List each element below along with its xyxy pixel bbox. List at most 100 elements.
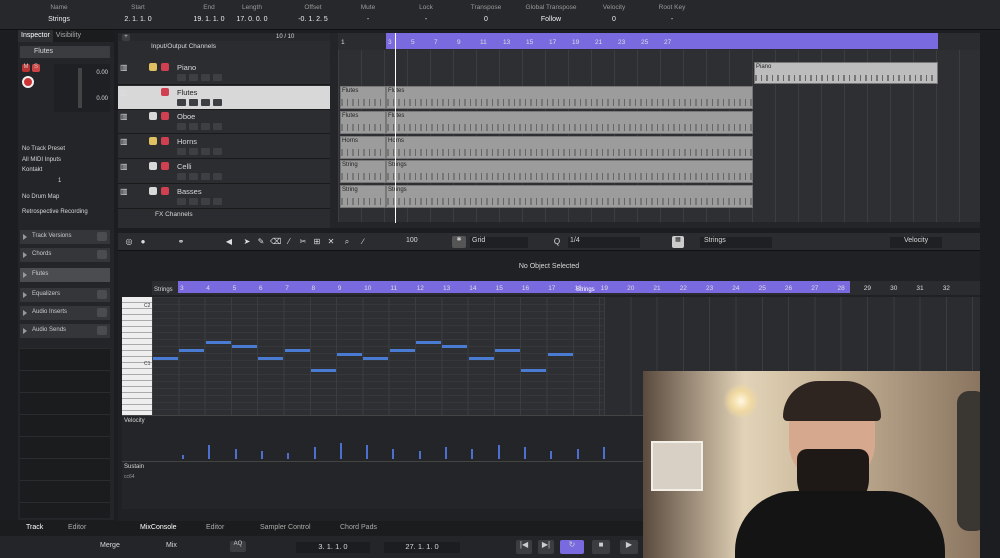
solo-button[interactable] <box>161 87 169 96</box>
track-basses[interactable]: ▥ Basses <box>118 184 330 209</box>
part-celli[interactable]: Strings <box>386 160 753 183</box>
link-icon[interactable]: ⚭ <box>176 237 186 247</box>
mute-tool-icon[interactable]: ✕ <box>326 237 336 247</box>
left-locator[interactable]: 3. 1. 1. 0 <box>296 542 370 553</box>
midi-channel[interactable]: 1 <box>22 176 88 187</box>
velocity-bar[interactable] <box>366 445 369 459</box>
line-tool-icon[interactable]: ∕ <box>358 237 368 247</box>
edit-icon[interactable] <box>99 48 107 56</box>
track-select[interactable]: Strings <box>700 237 772 248</box>
info-field-value[interactable]: 2. 1. 1. 0 <box>98 16 178 23</box>
inspector-section-2[interactable]: Flutes <box>20 268 110 282</box>
event-display[interactable]: Piano Flutes Flutes Flutes Flutes Horns Horns S… <box>338 33 980 223</box>
mute-button[interactable] <box>149 87 157 96</box>
quantize-icon[interactable]: Q <box>552 237 562 247</box>
record-mode-select[interactable]: Merge <box>100 542 120 549</box>
midi-note[interactable] <box>179 349 205 352</box>
velocity-bar[interactable] <box>234 449 237 459</box>
track-preset[interactable]: No Track Preset <box>22 144 88 155</box>
part-basses[interactable]: Strings <box>386 185 753 208</box>
inspector-section-5[interactable]: Audio Sends <box>20 324 110 338</box>
solo-button[interactable] <box>161 63 169 71</box>
piano-keyboard[interactable] <box>122 297 152 415</box>
play-icon[interactable]: ▶ <box>620 540 638 554</box>
solo-editor-icon[interactable]: ◎ <box>124 237 134 247</box>
editor-ruler[interactable]: Strings Strings 3 4 5 6 7 8 9 10 11 12 13 14 15 16 17 1… <box>152 281 980 295</box>
velocity-bar[interactable] <box>392 449 395 459</box>
info-field[interactable]: Start 2. 1. 1. 0 <box>98 4 178 23</box>
trim-tool-icon[interactable]: ⁄ <box>284 237 294 247</box>
section-settings-icon[interactable] <box>97 250 107 259</box>
midi-note[interactable] <box>363 357 389 360</box>
volume-fader[interactable] <box>78 68 82 108</box>
lane-select[interactable]: Velocity <box>890 237 942 248</box>
section-settings-icon[interactable] <box>97 326 107 335</box>
record-button[interactable] <box>177 98 186 106</box>
cycle-icon[interactable]: ↻ <box>560 540 584 554</box>
velocity-bar[interactable] <box>418 451 421 459</box>
mute-button[interactable] <box>149 63 157 71</box>
part-horns[interactable]: Horns <box>340 136 386 159</box>
solo-button[interactable]: S <box>32 64 40 72</box>
info-field-value[interactable]: Strings <box>19 16 99 23</box>
scissors-icon[interactable]: ✂ <box>298 237 308 247</box>
velocity-bar[interactable] <box>287 453 290 459</box>
edit-button[interactable] <box>201 172 210 180</box>
add-track-icon[interactable]: + <box>122 34 130 41</box>
midi-button[interactable] <box>213 172 222 180</box>
track-name-header[interactable]: Flutes <box>20 46 110 58</box>
inspector-section-4[interactable]: Audio Inserts <box>20 306 110 320</box>
edit-button[interactable] <box>201 123 210 131</box>
zoom-tool-icon[interactable]: ⌕ <box>342 237 352 247</box>
tab-inspector[interactable]: Inspector <box>18 30 53 42</box>
part-piano[interactable]: Piano <box>754 62 938 84</box>
velocity-bar[interactable] <box>339 443 342 459</box>
midi-note[interactable] <box>442 345 468 348</box>
track-piano[interactable]: ▥ Piano <box>118 61 330 85</box>
solo-button[interactable] <box>161 112 169 121</box>
editor-part-range[interactable] <box>178 281 850 293</box>
bottom-tab-0[interactable]: Track <box>26 524 43 531</box>
bottom-tab-1[interactable]: Editor <box>68 524 86 531</box>
midi-note[interactable] <box>284 349 310 352</box>
monitor-button[interactable] <box>189 172 198 180</box>
colors-icon[interactable]: ▦ <box>672 236 684 248</box>
part-basses[interactable]: String <box>340 185 386 208</box>
midi-button[interactable] <box>213 98 222 106</box>
velocity-bar[interactable] <box>182 455 184 459</box>
glue-icon[interactable]: ⊞ <box>312 237 322 247</box>
monitor-button[interactable] <box>189 123 198 131</box>
record-button[interactable] <box>177 148 186 156</box>
cycle-range[interactable] <box>386 33 938 49</box>
edit-button[interactable] <box>201 74 210 81</box>
edit-button[interactable] <box>201 197 210 205</box>
midi-output[interactable]: Kontakt <box>22 165 88 176</box>
inspector-section-0[interactable]: Track Versions <box>20 230 110 244</box>
edit-button[interactable] <box>201 98 210 106</box>
midi-note[interactable] <box>521 369 547 372</box>
edit-button[interactable] <box>201 148 210 156</box>
info-field-value[interactable]: - <box>632 16 712 23</box>
velocity-bar[interactable] <box>576 449 579 459</box>
bottom-tab-3[interactable]: Editor <box>206 524 224 531</box>
velocity-bar[interactable] <box>445 447 447 459</box>
track-horns[interactable]: ▥ Horns <box>118 135 330 160</box>
midi-note[interactable] <box>153 357 178 360</box>
part-horns[interactable]: Horns <box>386 136 753 159</box>
eraser-tool-icon[interactable]: ⌫ <box>270 237 281 247</box>
record-button[interactable] <box>177 123 186 131</box>
mute-button[interactable] <box>149 161 157 170</box>
velocity-bar[interactable] <box>523 447 526 459</box>
quantize-preset-select[interactable]: 1/4 <box>568 237 640 248</box>
info-field[interactable]: Name Strings <box>19 4 99 23</box>
expand-triangle-icon[interactable] <box>23 234 27 240</box>
bottom-tab-4[interactable]: Sampler Control <box>260 524 311 531</box>
part-flutes[interactable]: Flutes <box>386 86 753 109</box>
part-oboe[interactable]: Flutes <box>340 111 386 134</box>
mute-button[interactable] <box>149 186 157 195</box>
record-button[interactable] <box>177 172 186 180</box>
part-celli[interactable]: String <box>340 160 386 183</box>
expand-triangle-icon[interactable] <box>23 310 27 316</box>
section-settings-icon[interactable] <box>97 308 107 317</box>
midi-button[interactable] <box>213 197 222 205</box>
